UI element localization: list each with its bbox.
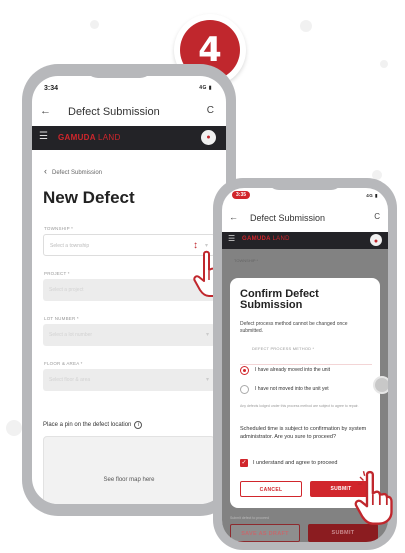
township-select[interactable]: Select a township ▾ (43, 234, 215, 256)
brand-light: LAND (272, 236, 290, 242)
township-placeholder: Select a township (50, 243, 90, 249)
background-dot (300, 20, 312, 32)
signal-battery-icons: 4G ▮ (366, 193, 378, 198)
network-label: 4G (199, 85, 207, 91)
background-dot (6, 420, 22, 436)
cancel-button[interactable]: CANCEL (240, 481, 302, 497)
background-dot (380, 60, 388, 68)
floor-area-select[interactable]: Select floor & area ▾ (43, 369, 215, 391)
phone-notch (267, 178, 343, 190)
brand-bar: ☰ GAMUDA LAND ● (32, 126, 226, 150)
brand-light: LAND (98, 133, 121, 142)
screen-title: Defect Submission (68, 106, 160, 118)
breadcrumb[interactable]: ‹ Defect Submission (44, 166, 102, 176)
radio-selected-icon (240, 366, 249, 375)
chevron-down-icon: ▾ (205, 377, 209, 383)
status-time: 3:35 (232, 191, 251, 199)
breadcrumb-label: Defect Submission (52, 170, 103, 176)
screen-title: Defect Submission (250, 213, 326, 223)
brand-bold: GAMUDA (58, 133, 96, 142)
avatar[interactable]: ● (201, 130, 216, 145)
lot-number-select[interactable]: Select a lot number ▾ (43, 324, 215, 346)
app-bar: ← Defect Submission C (222, 208, 388, 230)
hand-pointer-icon (354, 470, 393, 525)
status-bar: 3:34 4G ▮ (32, 76, 226, 98)
network-label: 4G (366, 193, 374, 198)
lot-number-placeholder: Select a lot number (49, 332, 93, 338)
footer-submit-button[interactable]: SUBMIT (308, 524, 378, 542)
refresh-icon[interactable]: C (207, 105, 214, 116)
status-bar: 3:35 4G ▮ (222, 188, 388, 210)
refresh-icon[interactable]: C (374, 212, 380, 221)
status-time: 3:34 (44, 85, 59, 92)
info-icon[interactable]: i (134, 421, 143, 429)
agree-checkbox[interactable]: ✓ I understand and agree to proceed (240, 459, 372, 469)
option-moved-in[interactable]: I have already moved into the unit (240, 364, 372, 378)
project-label: PROJECT * (44, 271, 70, 276)
process-method-label: DEFECT PROCESS METHOD * (252, 346, 315, 351)
project-select[interactable]: Select a project ▾ (43, 279, 215, 301)
township-label: TOWNSHIP * (44, 226, 74, 231)
floor-area-label: FLOOR & AREA * (44, 361, 83, 366)
avatar[interactable]: ● (370, 234, 382, 246)
floor-map-area[interactable]: See floor map here (43, 436, 215, 504)
map-placeholder: See floor map here (103, 477, 155, 483)
project-placeholder: Select a project (49, 287, 84, 293)
pin-instruction: Place a pin on the defect location i (43, 421, 143, 429)
app-bar: ← Defect Submission C (32, 100, 226, 126)
option-not-moved-in[interactable]: I have not moved into the unit yet (240, 384, 372, 398)
brand-bar: ☰ GAMUDA LAND ● (222, 232, 388, 249)
floor-area-placeholder: Select floor & area (49, 377, 91, 383)
brand-bold: GAMUDA (242, 236, 271, 242)
option-label: I have already moved into the unit (255, 367, 331, 373)
save-draft-button[interactable]: SAVE AS DRAFT (230, 524, 300, 542)
arrow-left-icon[interactable]: ← (229, 212, 238, 222)
signal-battery-icons: 4G ▮ (199, 85, 212, 91)
agree-label: I understand and agree to proceed (253, 460, 338, 466)
chevron-down-icon: ▾ (205, 332, 209, 338)
lot-number-label: LOT NUMBER * (44, 316, 79, 321)
pin-label: Place a pin on the defect location (43, 422, 132, 428)
dialog-title: Confirm Defect Submission (240, 288, 319, 311)
dialog-description: Defect process method cannot be changed … (240, 321, 348, 334)
arrow-left-icon[interactable]: ← (40, 105, 51, 117)
scroll-indicator[interactable] (373, 376, 388, 394)
confirmation-note: Scheduled time is subject to confirmatio… (240, 426, 367, 440)
hamburger-menu-icon[interactable]: ☰ (228, 234, 235, 243)
option-label: I have not moved into the unit yet (255, 386, 329, 392)
chevron-left-icon: ‹ (44, 166, 47, 176)
tutorial-step-illustration: 4 3:34 4G ▮ ← Defect Submission C ☰ GAMU… (0, 0, 405, 553)
chevron-down-icon: ▾ (204, 243, 208, 249)
page-title: New Defect (43, 188, 135, 207)
checkbox-checked-icon: ✓ (240, 459, 248, 467)
process-hint: Any defects lodged under this process me… (240, 404, 359, 408)
brand-logo: GAMUDA LAND (242, 236, 290, 242)
footer-hint: Submit defect to proceed (230, 516, 269, 520)
radio-unselected-icon (240, 385, 249, 394)
phone-notch (84, 64, 154, 78)
brand-logo: GAMUDA LAND (58, 133, 121, 142)
hamburger-menu-icon[interactable]: ☰ (39, 131, 48, 142)
background-dot (90, 20, 99, 29)
